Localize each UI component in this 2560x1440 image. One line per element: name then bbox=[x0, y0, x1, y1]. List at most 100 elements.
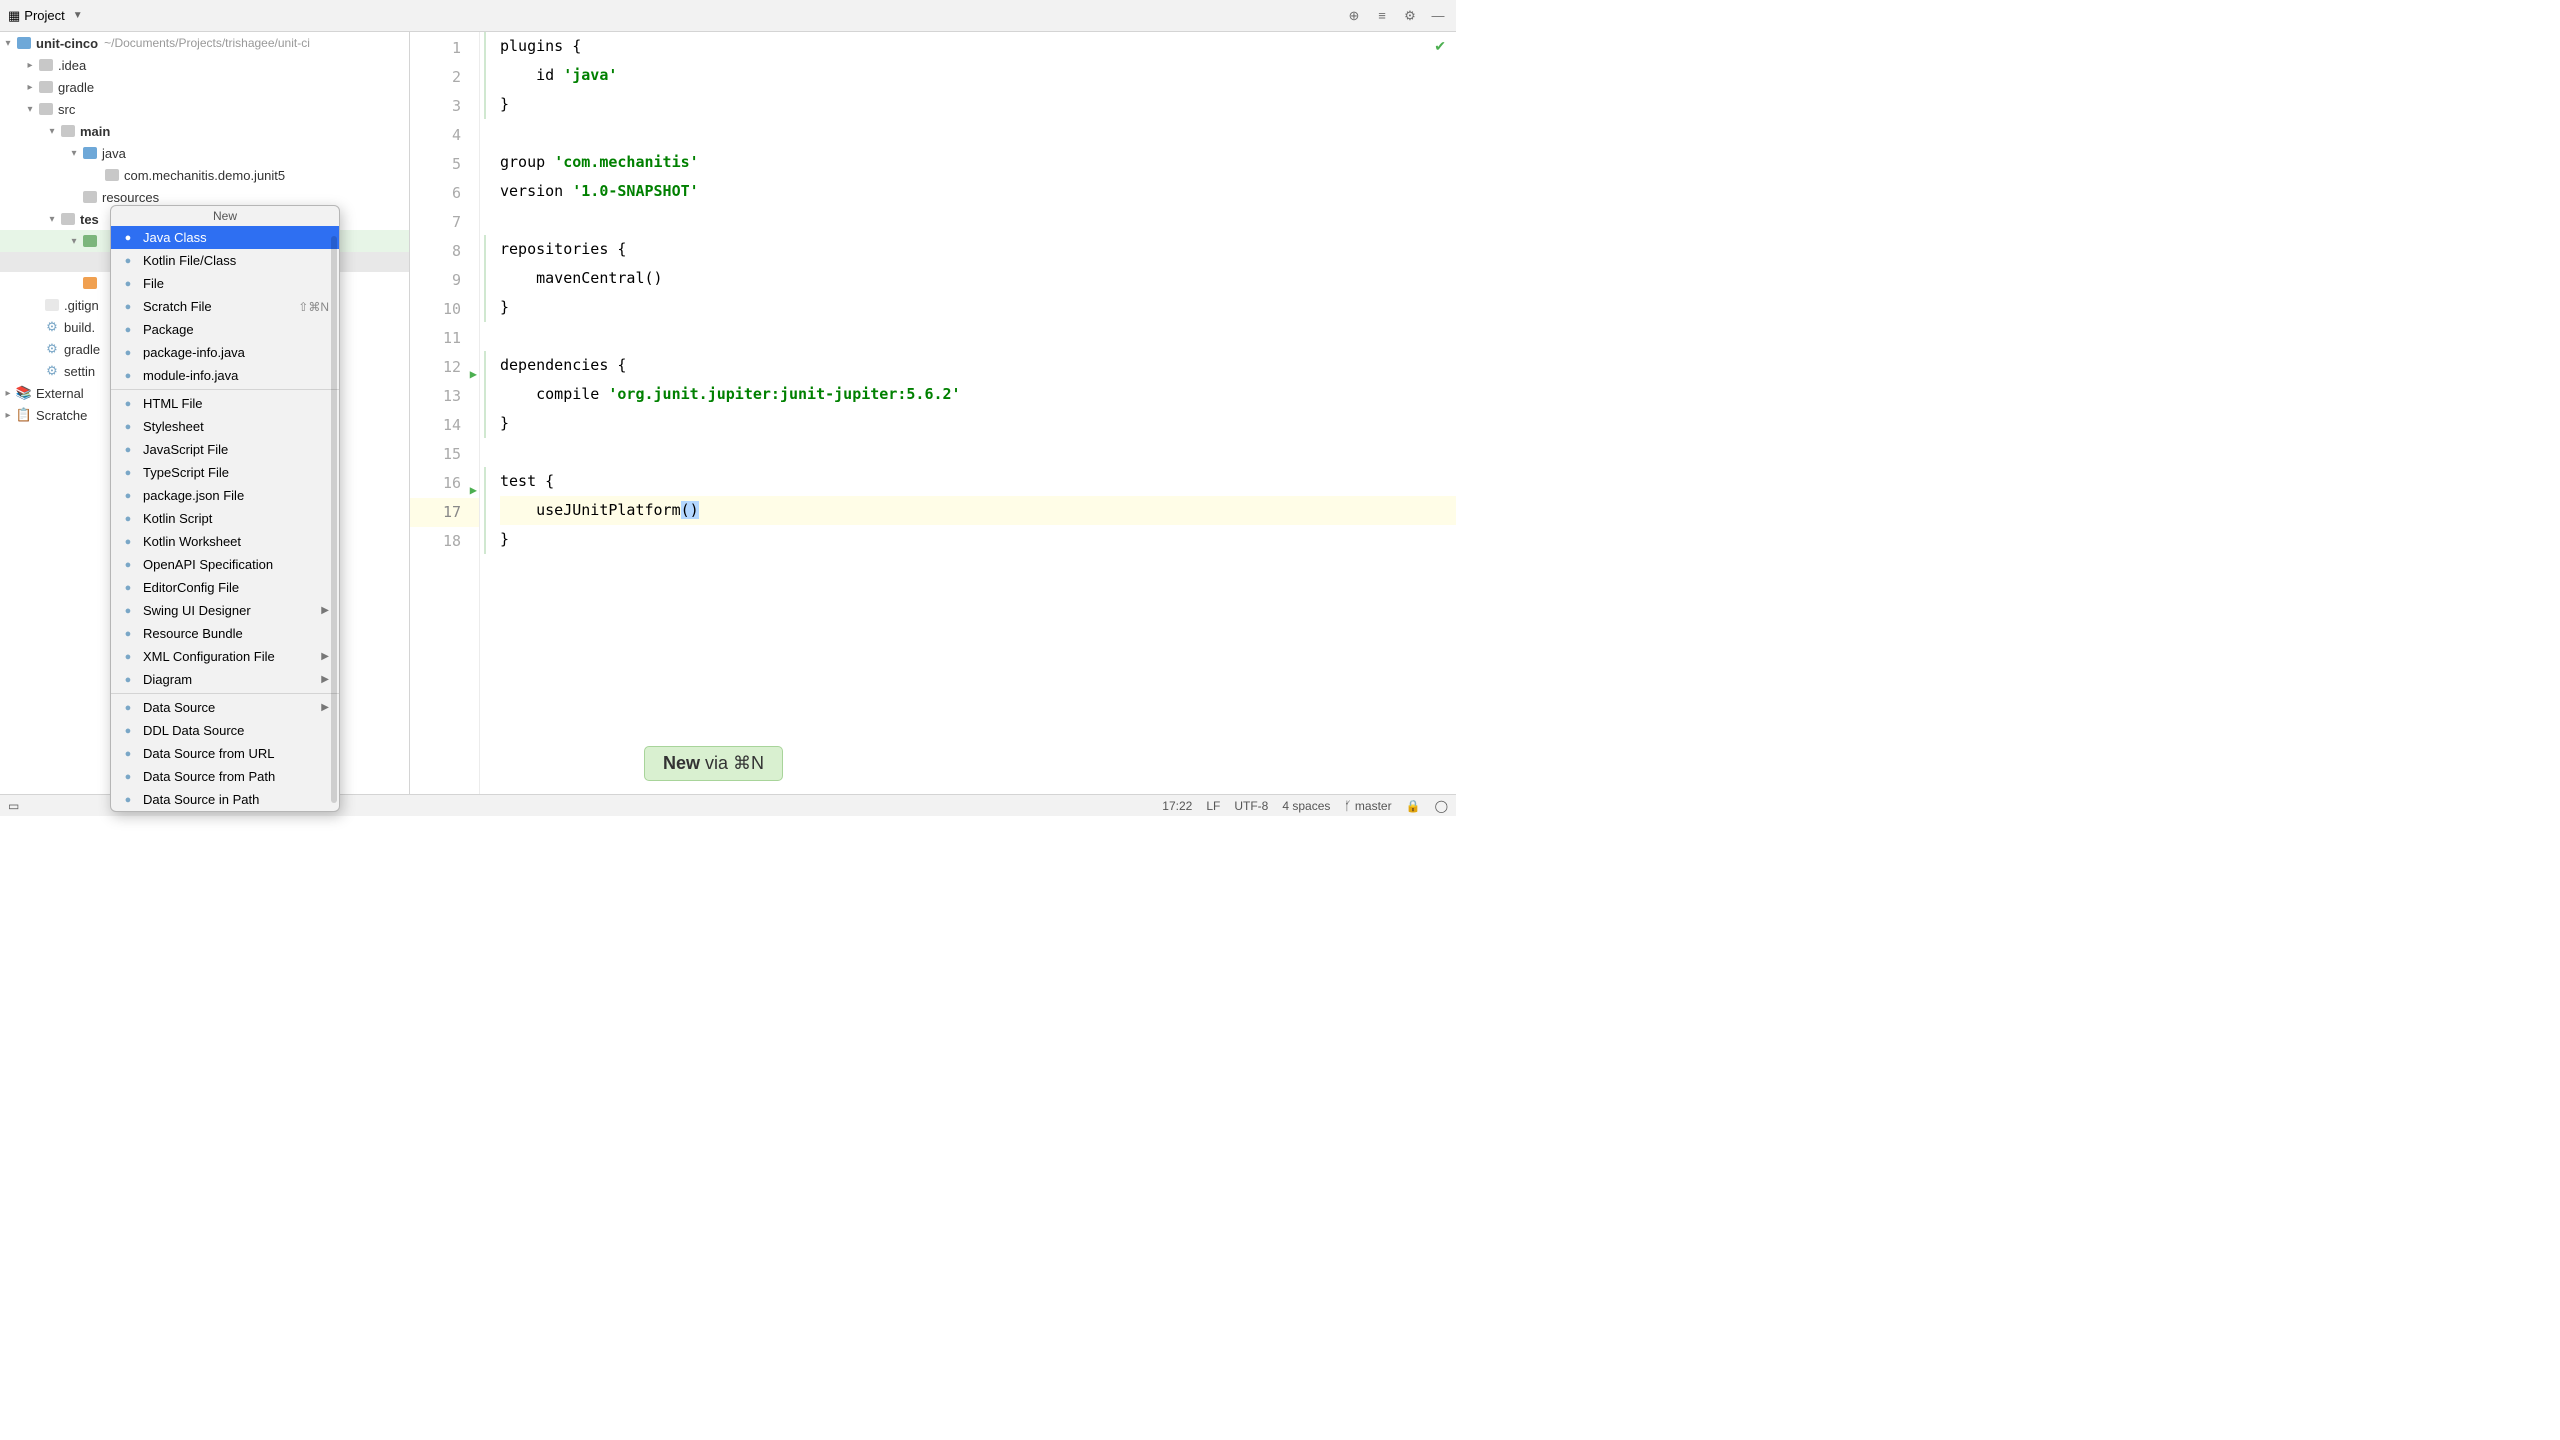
tree-root-name: unit-cinco bbox=[36, 36, 98, 51]
popup-shortcut: ⇧⌘N bbox=[298, 300, 329, 314]
file-type-icon: ● bbox=[119, 649, 137, 665]
popup-item[interactable]: ●XML Configuration File▶ bbox=[111, 645, 339, 668]
collapse-icon[interactable]: — bbox=[1428, 6, 1448, 26]
popup-item-label: module-info.java bbox=[143, 368, 238, 383]
popup-item-label: Resource Bundle bbox=[143, 626, 243, 641]
popup-item[interactable]: ● JavaScript File bbox=[111, 438, 339, 461]
file-type-icon: ● bbox=[119, 253, 137, 269]
popup-item-label: Data Source in Path bbox=[143, 792, 259, 807]
popup-item-label: HTML File bbox=[143, 396, 202, 411]
select-opened-file-icon[interactable]: ⊕ bbox=[1344, 6, 1364, 26]
popup-item[interactable]: ●TypeScript File bbox=[111, 461, 339, 484]
popup-item[interactable]: ● package.json File bbox=[111, 484, 339, 507]
project-dropdown-arrow[interactable]: ▼ bbox=[73, 10, 83, 21]
popup-item-label: Kotlin File/Class bbox=[143, 253, 236, 268]
file-type-icon: ● bbox=[119, 419, 137, 435]
chevron-down-icon[interactable]: ▾ bbox=[22, 104, 38, 115]
expand-all-icon[interactable]: ≡ bbox=[1372, 6, 1392, 26]
tree-item-idea[interactable]: ▸ .idea bbox=[0, 54, 409, 76]
popup-item-label: Data Source from URL bbox=[143, 746, 275, 761]
chevron-down-icon[interactable]: ▾ bbox=[66, 236, 82, 247]
tree-item-src[interactable]: ▾ src bbox=[0, 98, 409, 120]
file-type-icon: ● bbox=[119, 488, 137, 504]
status-indent[interactable]: 4 spaces bbox=[1282, 799, 1330, 813]
status-notifications-icon[interactable]: ◯ bbox=[1435, 799, 1448, 813]
file-type-icon: ● bbox=[119, 442, 137, 458]
popup-item[interactable]: ● Kotlin File/Class bbox=[111, 249, 339, 272]
submenu-arrow-icon: ▶ bbox=[321, 605, 329, 616]
tree-item-main[interactable]: ▾ main bbox=[0, 120, 409, 142]
status-encoding[interactable]: UTF-8 bbox=[1234, 799, 1268, 813]
status-time: 17:22 bbox=[1162, 799, 1192, 813]
file-type-icon: ● bbox=[119, 700, 137, 716]
submenu-arrow-icon: ▶ bbox=[321, 702, 329, 713]
popup-item[interactable]: ●module-info.java bbox=[111, 364, 339, 387]
tool-window-icon[interactable]: ▭ bbox=[8, 799, 28, 813]
popup-item[interactable]: ● OpenAPI Specification bbox=[111, 553, 339, 576]
file-type-icon: ● bbox=[119, 299, 137, 315]
file-type-icon: ● bbox=[119, 345, 137, 361]
tree-item-package[interactable]: com.mechanitis.demo.junit5 bbox=[0, 164, 409, 186]
file-type-icon: ● bbox=[119, 511, 137, 527]
popup-item-label: OpenAPI Specification bbox=[143, 557, 273, 572]
popup-item[interactable]: ●Scratch File⇧⌘N bbox=[111, 295, 339, 318]
popup-item[interactable]: ●DDL Data Source bbox=[111, 719, 339, 742]
chevron-down-icon[interactable]: ▾ bbox=[44, 126, 60, 137]
popup-item-label: EditorConfig File bbox=[143, 580, 239, 595]
file-type-icon: ● bbox=[119, 276, 137, 292]
file-type-icon: ● bbox=[119, 230, 137, 246]
popup-item[interactable]: ●Kotlin Worksheet bbox=[111, 530, 339, 553]
popup-item[interactable]: ●Data Source from URL bbox=[111, 742, 339, 765]
popup-item-label: XML Configuration File bbox=[143, 649, 275, 664]
chevron-right-icon[interactable]: ▸ bbox=[0, 410, 16, 421]
file-type-icon: ● bbox=[119, 322, 137, 338]
popup-scrollbar[interactable] bbox=[331, 236, 337, 803]
new-file-popup: New ●Java Class●Kotlin File/Class●File●S… bbox=[110, 205, 340, 812]
project-icon: ▦ bbox=[8, 8, 20, 24]
file-type-icon: ● bbox=[119, 603, 137, 619]
popup-item[interactable]: ●Stylesheet bbox=[111, 415, 339, 438]
line-gutter: 1234 5678 91011 12▶ 131415 16▶ 1718 bbox=[410, 32, 480, 794]
popup-item-label: Diagram bbox=[143, 672, 192, 687]
popup-item[interactable]: ● package-info.java bbox=[111, 341, 339, 364]
file-type-icon: ● bbox=[119, 672, 137, 688]
popup-item[interactable]: ●Java Class bbox=[111, 226, 339, 249]
popup-item[interactable]: ●Package bbox=[111, 318, 339, 341]
inspection-ok-icon[interactable]: ✔ bbox=[1434, 38, 1446, 55]
popup-item[interactable]: ●HTML File bbox=[111, 392, 339, 415]
file-type-icon: ● bbox=[119, 580, 137, 596]
popup-item[interactable]: ●Data Source in Path bbox=[111, 788, 339, 811]
popup-item-label: JavaScript File bbox=[143, 442, 228, 457]
project-label[interactable]: Project bbox=[24, 8, 64, 23]
status-lock-icon[interactable]: 🔒 bbox=[1406, 799, 1421, 813]
tree-root-path: ~/Documents/Projects/trishagee/unit-ci bbox=[104, 36, 310, 50]
file-type-icon: ● bbox=[119, 557, 137, 573]
popup-item[interactable]: ● EditorConfig File bbox=[111, 576, 339, 599]
popup-item[interactable]: ●File bbox=[111, 272, 339, 295]
popup-item-label: package.json File bbox=[143, 488, 244, 503]
popup-item[interactable]: ●Diagram▶ bbox=[111, 668, 339, 691]
tree-item-gradle[interactable]: ▸ gradle bbox=[0, 76, 409, 98]
code-content[interactable]: plugins { id 'java' } group 'com.mechani… bbox=[494, 32, 1456, 794]
popup-item[interactable]: ●Data Source from Path bbox=[111, 765, 339, 788]
chevron-right-icon[interactable]: ▸ bbox=[0, 388, 16, 399]
popup-item[interactable]: ● Resource Bundle bbox=[111, 622, 339, 645]
popup-item[interactable]: ● Swing UI Designer ▶ bbox=[111, 599, 339, 622]
status-line-sep[interactable]: LF bbox=[1206, 799, 1220, 813]
code-editor[interactable]: 1234 5678 91011 12▶ 131415 16▶ 1718 plug… bbox=[410, 32, 1456, 794]
file-type-icon: ● bbox=[119, 626, 137, 642]
popup-item[interactable]: ●Data Source▶ bbox=[111, 696, 339, 719]
tree-root[interactable]: ▾ unit-cinco ~/Documents/Projects/trisha… bbox=[0, 32, 409, 54]
chevron-down-icon[interactable]: ▾ bbox=[0, 38, 16, 49]
chevron-down-icon[interactable]: ▾ bbox=[44, 214, 60, 225]
status-git-branch[interactable]: ᚶ master bbox=[1344, 799, 1391, 813]
tree-item-java[interactable]: ▾ java bbox=[0, 142, 409, 164]
popup-item-label: package-info.java bbox=[143, 345, 245, 360]
chevron-down-icon[interactable]: ▾ bbox=[66, 148, 82, 159]
popup-item-label: Swing UI Designer bbox=[143, 603, 251, 618]
popup-item-label: Kotlin Script bbox=[143, 511, 212, 526]
chevron-right-icon[interactable]: ▸ bbox=[22, 60, 38, 71]
settings-gear-icon[interactable]: ⚙ bbox=[1400, 6, 1420, 26]
popup-item[interactable]: ● Kotlin Script bbox=[111, 507, 339, 530]
chevron-right-icon[interactable]: ▸ bbox=[22, 82, 38, 93]
